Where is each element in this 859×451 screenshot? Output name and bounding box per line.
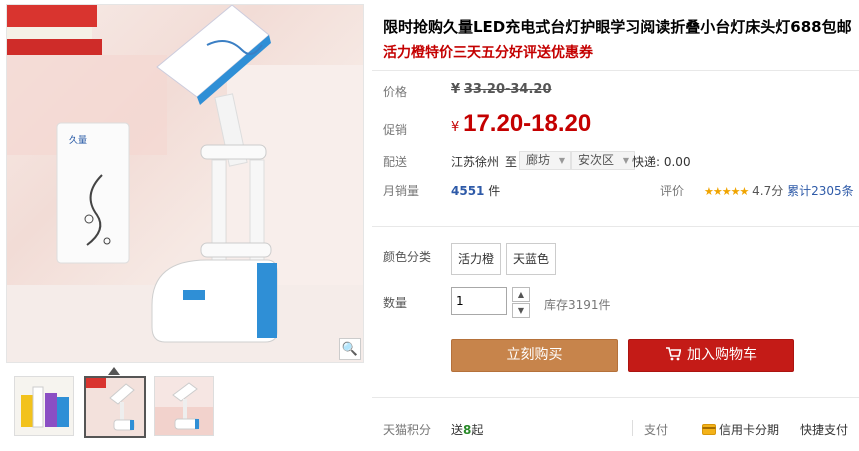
sku-label: 颜色分类 [383, 250, 432, 264]
shipping-label: 配送 [383, 155, 408, 169]
divider [372, 397, 859, 398]
chevron-down-icon: ▼ [622, 156, 630, 165]
payment-label: 支付 [644, 423, 669, 437]
thumbnail-pointer [108, 367, 120, 375]
promo-price: ¥ 17.20-18.20 [451, 110, 591, 138]
district-select[interactable]: 安次区 ▼ [571, 151, 636, 170]
rating-score: 4.7分 [752, 184, 784, 198]
thumbnail-1-image [15, 377, 73, 435]
quantity-label: 数量 [383, 296, 408, 310]
product-photo: 久量 [7, 5, 363, 362]
divider [372, 70, 859, 71]
monthly-sales: 4551 件 [451, 182, 500, 199]
cart-icon [666, 347, 682, 361]
price-label: 价格 [383, 85, 408, 99]
magnifier-icon: 🔍 [341, 341, 359, 357]
points-suffix: 起 [471, 423, 484, 437]
promo-label: 促销 [383, 123, 408, 137]
points-value: 送8起 [451, 421, 483, 438]
quantity-input[interactable] [451, 287, 507, 315]
quantity-decrease-button[interactable]: ▼ [512, 303, 530, 318]
original-price-value: 33.20-34.20 [463, 82, 552, 97]
sales-count: 4551 [451, 184, 485, 198]
thumbnail-2[interactable] [84, 376, 146, 438]
main-product-image[interactable]: 久量 🔍 [6, 4, 364, 363]
chevron-down-icon: ▼ [558, 156, 566, 165]
thumbnail-1[interactable] [14, 376, 74, 436]
sales-label: 月销量 [383, 184, 420, 198]
credit-installment[interactable]: 信用卡分期 [702, 421, 779, 438]
divider [372, 226, 859, 227]
points-label: 天猫积分 [383, 423, 432, 437]
review-total-link[interactable]: 累计2305条 [787, 184, 854, 198]
sku-option-orange[interactable]: 活力橙 [451, 243, 502, 275]
shipping-to: 至 [505, 155, 518, 169]
product-title: 限时抢购久量LED充电式台灯护眼学习阅读折叠小台灯床头灯688包邮 [383, 18, 852, 36]
vertical-divider [632, 420, 633, 436]
sales-unit: 件 [488, 184, 501, 198]
add-to-cart-label: 加入购物车 [687, 347, 757, 363]
sku-option-blue[interactable]: 天蓝色 [506, 243, 557, 275]
promo-price-value: 17.20-18.20 [463, 110, 592, 137]
credit-card-icon [702, 424, 716, 435]
original-price: ¥ 33.20-34.20 [451, 82, 552, 97]
add-to-cart-button[interactable]: 加入购物车 [628, 339, 794, 372]
city-select[interactable]: 廊坊 ▼ [519, 151, 572, 170]
rating-summary[interactable]: ★★★★★ 4.7分 累计2305条 [704, 182, 854, 199]
stock-count: 库存3191件 [544, 298, 611, 312]
product-subtitle: 活力橙特价三天五分好评送优惠券 [383, 45, 593, 61]
promo-price-currency: ¥ [451, 120, 460, 135]
star-rating-icon: ★★★★★ [704, 185, 749, 198]
shipping-origin: 江苏徐州 [451, 155, 500, 169]
svg-text:久量: 久量 [69, 134, 87, 146]
shipping-fee: 快递: 0.00 [632, 155, 691, 169]
points-prefix: 送 [451, 423, 464, 437]
quantity-increase-button[interactable]: ▲ [512, 287, 530, 302]
zoom-button[interactable]: 🔍 [339, 338, 361, 360]
thumbnail-3-image [155, 377, 213, 435]
quick-pay[interactable]: 快捷支付 [800, 421, 848, 438]
rating-label: 评价 [660, 184, 685, 198]
buy-now-button[interactable]: 立刻购买 [451, 339, 618, 372]
thumbnail-3[interactable] [154, 376, 214, 436]
city-select-value: 廊坊 [526, 153, 551, 167]
district-select-value: 安次区 [578, 153, 615, 167]
thumbnail-2-image [86, 378, 144, 436]
original-price-currency: ¥ [451, 82, 461, 97]
credit-installment-label: 信用卡分期 [719, 423, 780, 437]
